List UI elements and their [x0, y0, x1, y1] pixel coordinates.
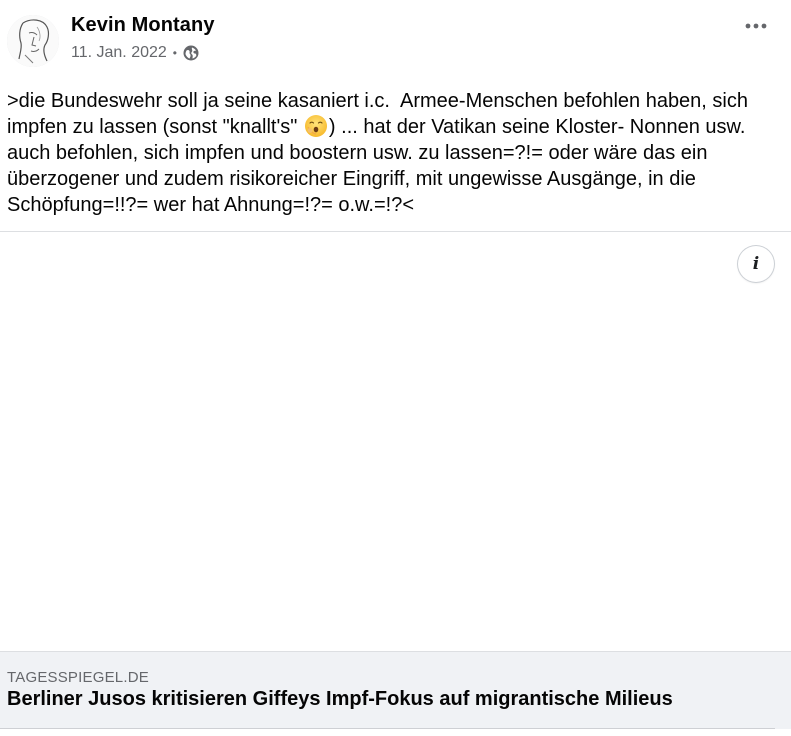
author-avatar[interactable] [7, 15, 59, 67]
hushed-face-emoji [304, 114, 328, 138]
globe-icon[interactable] [183, 45, 199, 61]
meta-separator: • [172, 46, 177, 60]
post-text: >die Bundeswehr soll ja seine kasaniert … [7, 88, 789, 218]
link-preview-image-area[interactable] [0, 232, 791, 651]
post-meta: 11. Jan. 2022 • [71, 44, 199, 62]
link-domain: TAGESSPIEGEL.DE [7, 669, 149, 686]
info-icon: i [752, 254, 760, 274]
author-name[interactable]: Kevin Montany [71, 14, 215, 37]
more-options-button[interactable] [739, 10, 773, 42]
avatar-sketch-image [7, 15, 59, 67]
more-dots-icon [745, 23, 767, 29]
link-preview-card[interactable]: TAGESSPIEGEL.DE Berliner Jusos kritisier… [0, 651, 791, 729]
post-bottom-divider [0, 728, 775, 729]
facebook-post: Kevin Montany 11. Jan. 2022 • >die Bunde… [0, 0, 791, 736]
info-button[interactable]: i [738, 246, 774, 282]
link-title[interactable]: Berliner Jusos kritisieren Giffeys Impf-… [7, 688, 673, 711]
post-date[interactable]: 11. Jan. 2022 [71, 44, 167, 62]
post-header: Kevin Montany 11. Jan. 2022 • [0, 0, 791, 80]
